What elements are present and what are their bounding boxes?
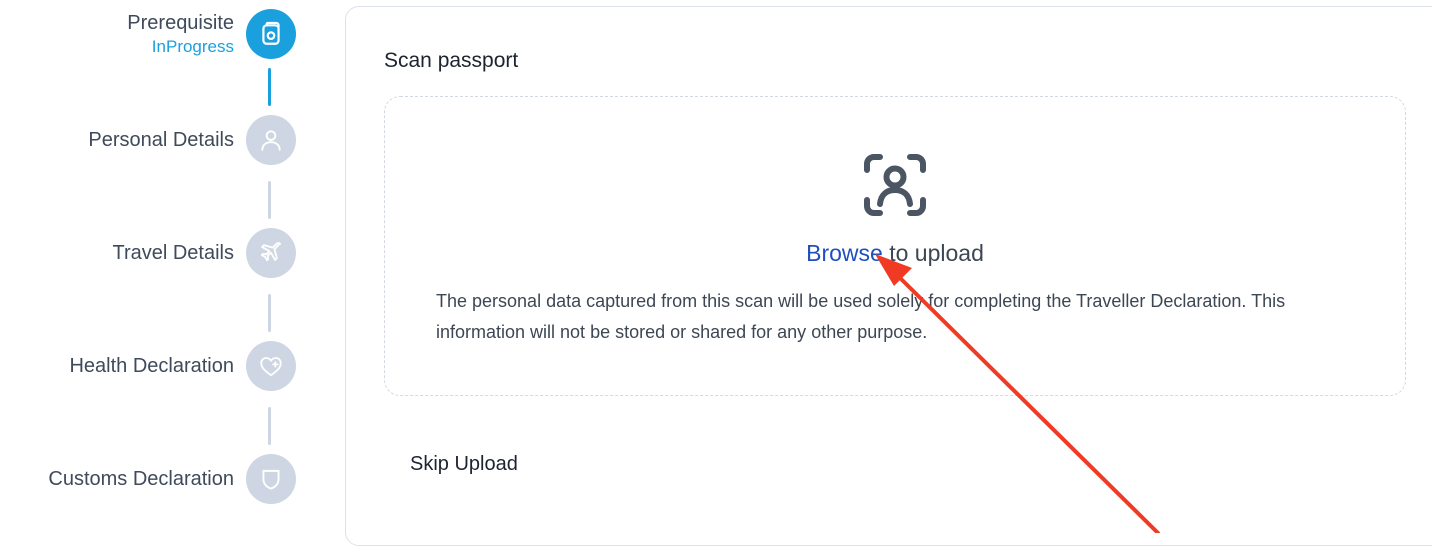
- step-travel-details[interactable]: Travel Details: [112, 227, 296, 279]
- step-label: Prerequisite: [127, 12, 234, 34]
- step-customs-declaration[interactable]: Customs Declaration: [48, 453, 296, 505]
- step-connector: [268, 294, 271, 332]
- step-label: Personal Details: [88, 128, 234, 151]
- step-health-declaration[interactable]: Health Declaration: [69, 340, 296, 392]
- step-status: InProgress: [151, 37, 234, 56]
- browse-link[interactable]: Browse: [806, 240, 883, 266]
- step-connector: [268, 407, 271, 445]
- user-icon: [246, 115, 296, 165]
- camera-doc-icon: [246, 9, 296, 59]
- browse-row: Browse to upload: [384, 240, 1406, 267]
- step-connector: [268, 68, 271, 106]
- privacy-disclaimer: The personal data captured from this sca…: [436, 291, 1286, 342]
- shield-icon: [246, 454, 296, 504]
- heart-plus-icon: [246, 341, 296, 391]
- step-personal-details[interactable]: Personal Details: [88, 114, 296, 166]
- step-prerequisite[interactable]: Prerequisite InProgress: [127, 8, 296, 60]
- face-scan-icon: [864, 154, 926, 216]
- skip-upload-button[interactable]: Skip Upload: [410, 453, 518, 476]
- step-label: Travel Details: [112, 241, 234, 264]
- browse-suffix: to upload: [882, 240, 984, 266]
- step-connector: [268, 181, 271, 219]
- step-label: Health Declaration: [69, 354, 234, 377]
- scan-passport-title: Scan passport: [384, 49, 519, 72]
- step-label: Customs Declaration: [48, 467, 234, 490]
- plane-icon: [246, 228, 296, 278]
- progress-stepper: Prerequisite InProgress Personal Details…: [0, 0, 320, 533]
